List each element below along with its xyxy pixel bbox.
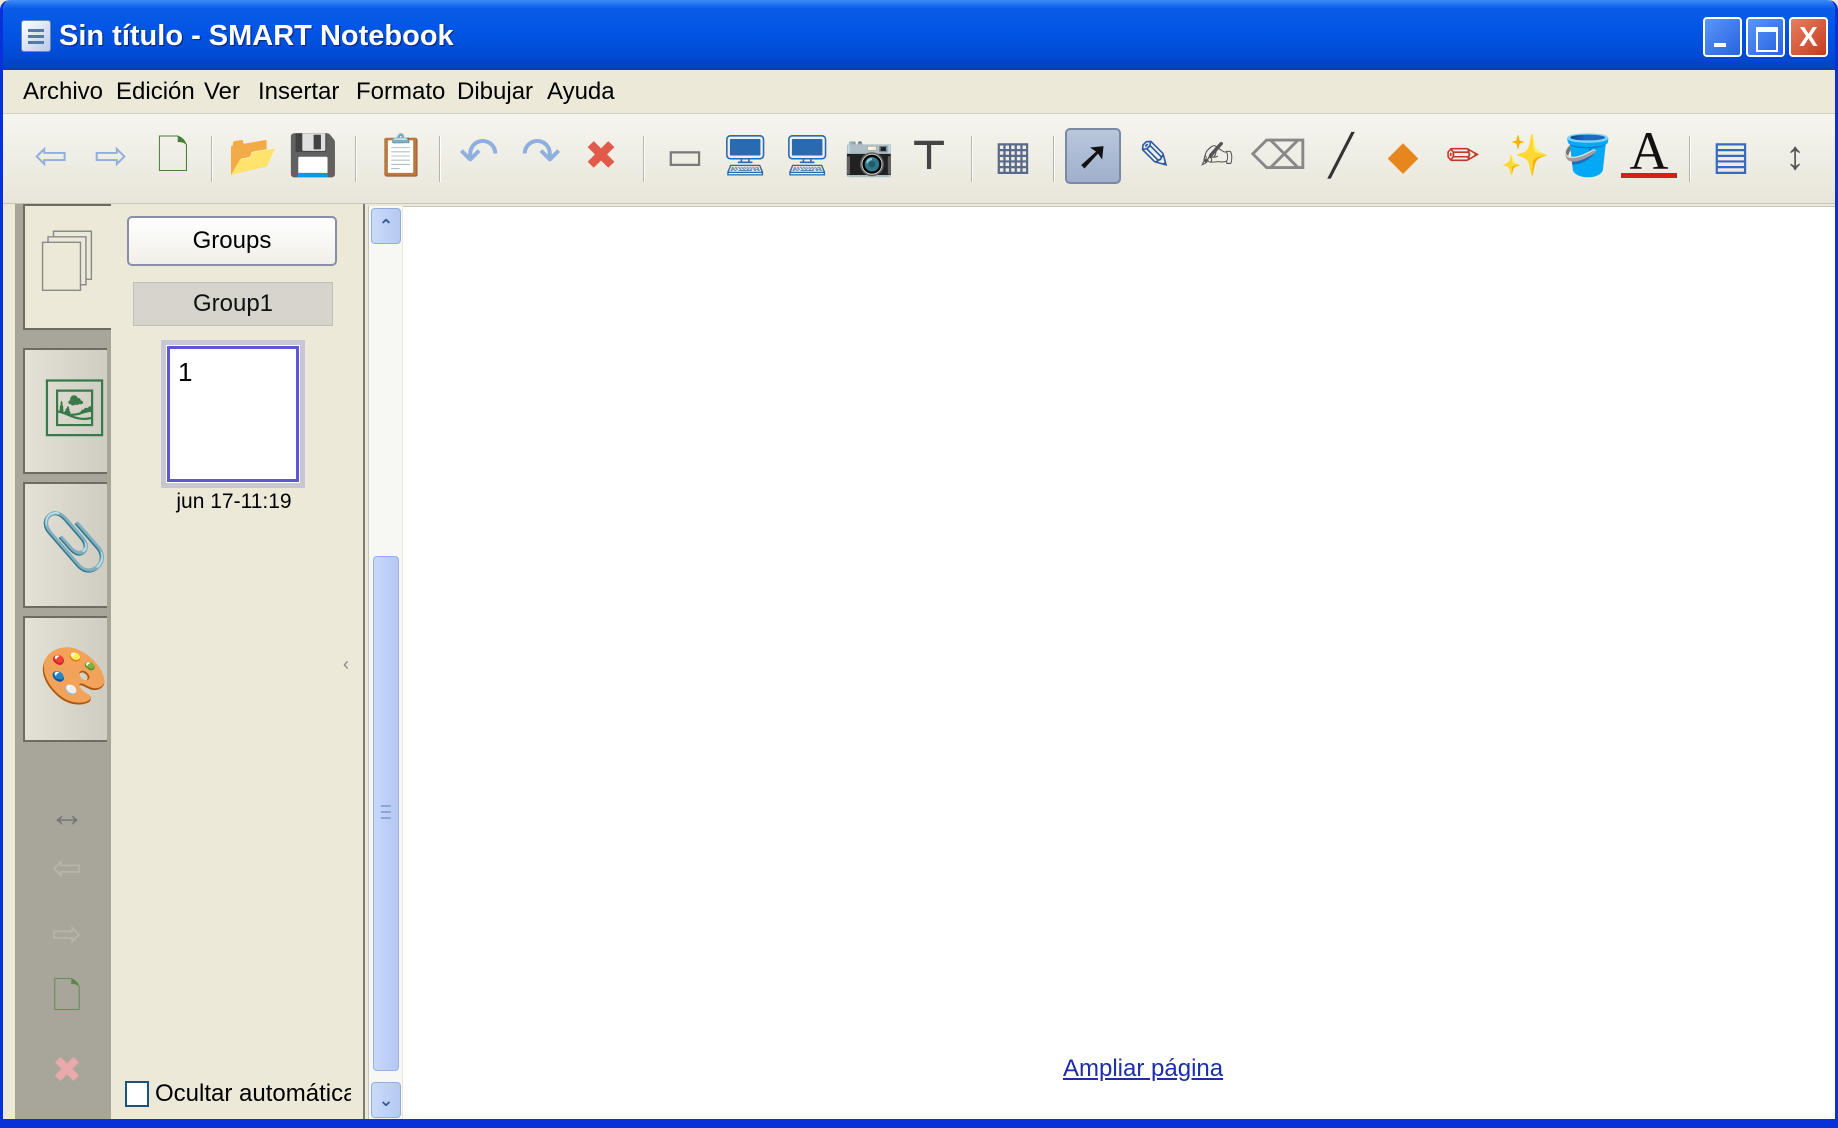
sidebar-tab-strip: 🗍 🖼 📎 🎨 ↔ ⇦ ⇨ 🗋 ✖ — [15, 204, 113, 1124]
delete-icon[interactable]: ✖ — [573, 128, 629, 184]
menu-ayuda[interactable]: Ayuda — [547, 78, 615, 106]
line-icon[interactable]: ╱ — [1313, 128, 1369, 184]
previous-page-icon[interactable]: ⇦ — [45, 846, 89, 890]
text-icon[interactable]: A — [1621, 124, 1677, 178]
menu-archivo[interactable]: Archivo — [23, 78, 103, 106]
whiteboard-canvas[interactable]: Ampliar página — [403, 206, 1835, 1120]
screen-capture-icon[interactable]: 📷 — [841, 128, 897, 184]
eraser-icon[interactable]: ⌫ — [1251, 128, 1308, 184]
add-page-icon[interactable]: 🗋 — [45, 975, 89, 1022]
paperclip-icon: 📎 — [39, 510, 109, 573]
properties-tab-icon: 🎨 — [39, 644, 109, 707]
forward-arrow-icon[interactable]: ⇨ — [83, 128, 139, 184]
table-icon[interactable]: ▦ — [985, 128, 1041, 184]
shapes-icon[interactable]: ◆ — [1375, 128, 1431, 184]
window-title: Sin título - SMART Notebook — [59, 20, 454, 52]
gallery-icon: 🖼 — [39, 376, 111, 439]
minimize-button[interactable] — [1703, 17, 1742, 57]
document-camera-icon[interactable]: ⊤ — [901, 128, 957, 184]
new-page-icon[interactable]: 🗋 — [145, 128, 201, 184]
gallery-tab[interactable]: 🖼 — [23, 348, 111, 474]
toolbar-separator — [1689, 136, 1691, 182]
toolbar-separator — [1053, 136, 1055, 182]
undo-icon[interactable]: ↶ — [451, 128, 507, 184]
menu-bar: Archivo Edición Ver Insertar Formato Dib… — [3, 70, 1835, 114]
next-page-icon[interactable]: ⇨ — [45, 912, 89, 956]
vertical-scrollbar[interactable]: ⌃ ⌄ — [368, 206, 402, 1120]
attachments-tab[interactable]: 📎 — [23, 482, 109, 608]
page-sorter-icon: 🗍 — [39, 232, 95, 295]
menu-edicion[interactable]: Edición — [116, 78, 195, 106]
menu-insertar[interactable]: Insertar — [258, 78, 339, 106]
scroll-up-button[interactable]: ⌃ — [371, 208, 401, 244]
page-timestamp: jun 17-11:19 — [176, 490, 292, 513]
expand-page-link[interactable]: Ampliar página — [1063, 1055, 1223, 1083]
delete-page-icon[interactable]: ✖ — [45, 1048, 89, 1092]
scroll-grip-icon — [381, 805, 391, 819]
page-thumbnail[interactable]: 1 — [161, 340, 305, 488]
close-icon: X — [1799, 21, 1818, 52]
group-header[interactable]: Group1 — [133, 282, 333, 326]
autohide-option[interactable]: Ocultar automáticamente — [125, 1080, 351, 1108]
move-toolbar-icon[interactable]: ↕ — [1767, 128, 1823, 184]
menu-dibujar[interactable]: Dibujar — [457, 78, 533, 106]
toolbar-separator — [971, 136, 973, 182]
scroll-thumb[interactable] — [373, 556, 399, 1071]
open-folder-icon[interactable]: 📂 — [225, 128, 281, 184]
menu-formato[interactable]: Formato — [356, 78, 445, 106]
fill-icon[interactable]: 🪣 — [1559, 128, 1615, 184]
shape-recognition-pen-icon[interactable]: ✏ — [1435, 128, 1491, 184]
full-screen-icon[interactable]: 🖥 — [717, 128, 773, 184]
groups-button[interactable]: Groups — [127, 216, 337, 266]
creative-pen-icon[interactable]: ✍ — [1189, 128, 1245, 184]
properties-tab[interactable]: 🎨 — [23, 616, 109, 742]
main-toolbar: ⇦ ⇨ 🗋 📂 💾 📋 ↶ ↷ ✖ ▭ 🖥 🖥 📷 ⊤ ▦ ➚ ✎ ✍ ⌫ ╱ … — [3, 114, 1835, 204]
menu-ver[interactable]: Ver — [204, 78, 240, 106]
save-icon[interactable]: 💾 — [285, 128, 341, 184]
magic-pen-icon[interactable]: ✨ — [1497, 128, 1553, 184]
toolbar-separator — [439, 136, 441, 182]
scroll-down-button[interactable]: ⌄ — [371, 1082, 401, 1118]
autohide-checkbox[interactable] — [125, 1081, 149, 1107]
title-bar[interactable]: Sin título - SMART Notebook X — [3, 0, 1835, 70]
back-arrow-icon[interactable]: ⇦ — [23, 128, 79, 184]
page-sorter-panel: Groups Group1 1 jun 17-11:19 ‹ Ocultar a… — [111, 204, 365, 1124]
select-pointer-icon[interactable]: ➚ — [1065, 128, 1121, 184]
page-sorter-tab[interactable]: 🗍 — [23, 204, 113, 330]
close-button[interactable]: X — [1789, 17, 1828, 57]
paste-icon[interactable]: 📋 — [373, 128, 429, 184]
toolbar-separator — [355, 136, 357, 182]
autohide-label: Ocultar automáticamente — [155, 1080, 351, 1107]
maximize-button[interactable] — [1746, 17, 1785, 57]
toolbar-separator — [211, 136, 213, 182]
page-number: 1 — [178, 357, 193, 387]
window-bottom-border — [3, 1119, 1835, 1125]
dual-page-icon[interactable]: 🖥 — [779, 128, 835, 184]
notebook-app-icon — [21, 20, 51, 52]
move-sidebar-icon[interactable]: ↔ — [45, 792, 89, 836]
app-window: Sin título - SMART Notebook X Archivo Ed… — [0, 0, 1838, 1128]
panel-resize-grip[interactable]: ‹ — [343, 654, 349, 675]
pen-icon[interactable]: ✎ — [1127, 128, 1183, 184]
toolbar-separator — [643, 136, 645, 182]
screen-shade-icon[interactable]: ▭ — [657, 128, 713, 184]
properties-icon[interactable]: ▤ — [1703, 128, 1759, 184]
redo-icon[interactable]: ↷ — [513, 128, 569, 184]
